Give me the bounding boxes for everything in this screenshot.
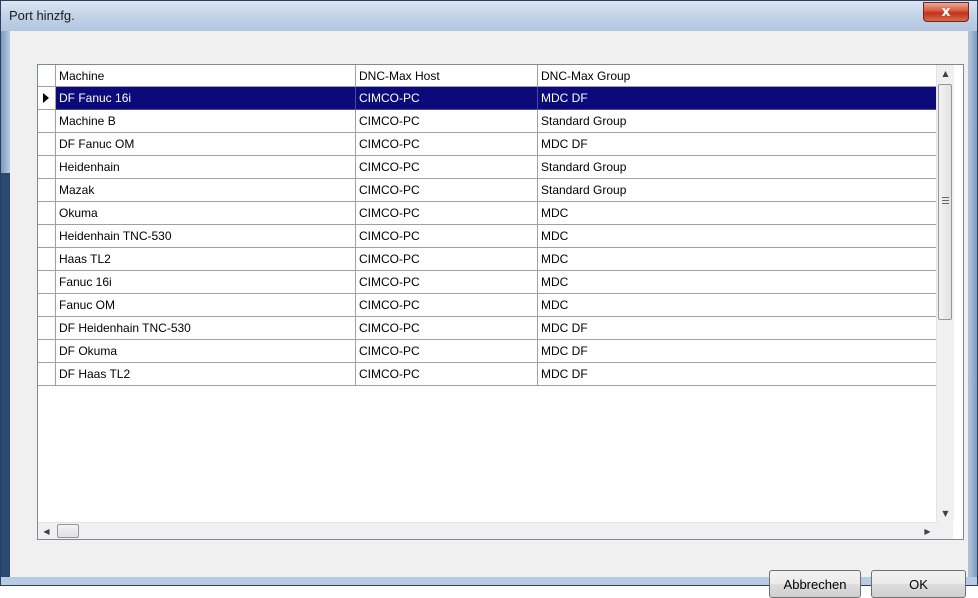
table-row[interactable]: Machine B CIMCO-PC Standard Group xyxy=(38,110,936,133)
cell-machine[interactable]: Machine B xyxy=(56,110,356,133)
row-indicator[interactable] xyxy=(38,156,56,179)
machine-grid[interactable]: Machine DNC-Max Host DNC-Max Group DF Fa… xyxy=(37,64,964,540)
row-indicator[interactable] xyxy=(38,225,56,248)
cell-machine[interactable]: Heidenhain TNC-530 xyxy=(56,225,356,248)
window-frame-right xyxy=(968,31,977,585)
cell-host[interactable]: CIMCO-PC xyxy=(356,363,538,386)
cell-group[interactable]: MDC DF xyxy=(538,363,936,386)
horizontal-scrollbar[interactable]: ◀ ▶ xyxy=(38,522,936,539)
cell-machine[interactable]: Heidenhain xyxy=(56,156,356,179)
row-indicator[interactable] xyxy=(38,294,56,317)
row-indicator[interactable] xyxy=(38,248,56,271)
cell-group[interactable]: Standard Group xyxy=(538,156,936,179)
scrollbar-corner xyxy=(936,522,953,539)
cell-host[interactable]: CIMCO-PC xyxy=(356,156,538,179)
cell-group[interactable]: MDC xyxy=(538,248,936,271)
table-row[interactable]: Heidenhain CIMCO-PC Standard Group xyxy=(38,156,936,179)
column-header-host[interactable]: DNC-Max Host xyxy=(356,65,538,87)
row-indicator[interactable] xyxy=(38,363,56,386)
scroll-right-icon[interactable]: ▶ xyxy=(919,523,936,539)
cell-group[interactable]: MDC DF xyxy=(538,340,936,363)
cell-machine[interactable]: Mazak xyxy=(56,179,356,202)
cell-group[interactable]: MDC xyxy=(538,271,936,294)
cell-host[interactable]: CIMCO-PC xyxy=(356,133,538,156)
cell-machine[interactable]: Fanuc OM xyxy=(56,294,356,317)
window-frame-left xyxy=(1,31,10,585)
cell-host[interactable]: CIMCO-PC xyxy=(356,271,538,294)
cell-host[interactable]: CIMCO-PC xyxy=(356,340,538,363)
table-row[interactable]: DF Okuma CIMCO-PC MDC DF xyxy=(38,340,936,363)
table-row[interactable]: DF Fanuc OM CIMCO-PC MDC DF xyxy=(38,133,936,156)
cell-group[interactable]: Standard Group xyxy=(538,110,936,133)
cell-host[interactable]: CIMCO-PC xyxy=(356,179,538,202)
cell-host[interactable]: CIMCO-PC xyxy=(356,202,538,225)
row-indicator[interactable] xyxy=(38,87,56,110)
cell-machine[interactable]: DF Fanuc 16i xyxy=(56,87,356,110)
cell-machine[interactable]: Fanuc 16i xyxy=(56,271,356,294)
table-row[interactable]: Heidenhain TNC-530 CIMCO-PC MDC xyxy=(38,225,936,248)
table-row[interactable]: DF Haas TL2 CIMCO-PC MDC DF xyxy=(38,363,936,386)
row-indicator[interactable] xyxy=(38,202,56,225)
scroll-left-icon[interactable]: ◀ xyxy=(38,523,55,539)
cell-group[interactable]: Standard Group xyxy=(538,179,936,202)
column-header-group[interactable]: DNC-Max Group xyxy=(538,65,936,87)
row-indicator[interactable] xyxy=(38,133,56,156)
cell-machine[interactable]: DF Haas TL2 xyxy=(56,363,356,386)
cancel-button[interactable]: Abbrechen xyxy=(769,570,861,598)
table-row[interactable]: Mazak CIMCO-PC Standard Group xyxy=(38,179,936,202)
column-header-machine[interactable]: Machine xyxy=(56,65,356,87)
cell-machine[interactable]: DF Fanuc OM xyxy=(56,133,356,156)
vertical-scroll-thumb[interactable] xyxy=(938,84,952,320)
table-row[interactable]: Fanuc 16i CIMCO-PC MDC xyxy=(38,271,936,294)
cell-host[interactable]: CIMCO-PC xyxy=(356,317,538,340)
cell-group[interactable]: MDC xyxy=(538,202,936,225)
grid-header-row: Machine DNC-Max Host DNC-Max Group xyxy=(38,65,936,87)
row-indicator-header xyxy=(38,65,56,87)
title-bar[interactable]: Port hinzfg. x xyxy=(1,1,977,31)
cell-machine[interactable]: DF Heidenhain TNC-530 xyxy=(56,317,356,340)
window-title: Port hinzfg. xyxy=(9,8,75,23)
cell-host[interactable]: CIMCO-PC xyxy=(356,87,538,110)
close-icon: x xyxy=(941,4,951,20)
table-row[interactable]: Haas TL2 CIMCO-PC MDC xyxy=(38,248,936,271)
cell-group[interactable]: MDC xyxy=(538,294,936,317)
cell-group[interactable]: MDC DF xyxy=(538,133,936,156)
current-row-arrow-icon xyxy=(43,93,49,103)
scroll-up-icon[interactable]: ▲ xyxy=(937,65,954,82)
row-indicator[interactable] xyxy=(38,317,56,340)
row-indicator[interactable] xyxy=(38,340,56,363)
table-row[interactable]: DF Fanuc 16i CIMCO-PC MDC DF xyxy=(38,87,936,110)
cell-machine[interactable]: DF Okuma xyxy=(56,340,356,363)
close-button[interactable]: x xyxy=(923,2,969,22)
horizontal-scroll-thumb[interactable] xyxy=(57,524,79,538)
cell-group[interactable]: MDC DF xyxy=(538,317,936,340)
row-indicator[interactable] xyxy=(38,110,56,133)
row-indicator[interactable] xyxy=(38,271,56,294)
cell-group[interactable]: MDC DF xyxy=(538,87,936,110)
ok-button[interactable]: OK xyxy=(871,570,966,598)
cell-host[interactable]: CIMCO-PC xyxy=(356,248,538,271)
row-indicator[interactable] xyxy=(38,179,56,202)
cell-group[interactable]: MDC xyxy=(538,225,936,248)
vertical-scrollbar[interactable]: ▲ ▼ xyxy=(936,65,954,522)
cell-host[interactable]: CIMCO-PC xyxy=(356,110,538,133)
table-row[interactable]: DF Heidenhain TNC-530 CIMCO-PC MDC DF xyxy=(38,317,936,340)
table-row[interactable]: Fanuc OM CIMCO-PC MDC xyxy=(38,294,936,317)
cell-machine[interactable]: Okuma xyxy=(56,202,356,225)
dialog-client-area: Machine DNC-Max Host DNC-Max Group DF Fa… xyxy=(10,31,969,598)
cell-host[interactable]: CIMCO-PC xyxy=(356,294,538,317)
scroll-down-icon[interactable]: ▼ xyxy=(937,505,954,522)
table-row[interactable]: Okuma CIMCO-PC MDC xyxy=(38,202,936,225)
cell-host[interactable]: CIMCO-PC xyxy=(356,225,538,248)
cell-machine[interactable]: Haas TL2 xyxy=(56,248,356,271)
dialog-window: Port hinzfg. x Machine DNC-Max Host DNC-… xyxy=(0,0,978,598)
